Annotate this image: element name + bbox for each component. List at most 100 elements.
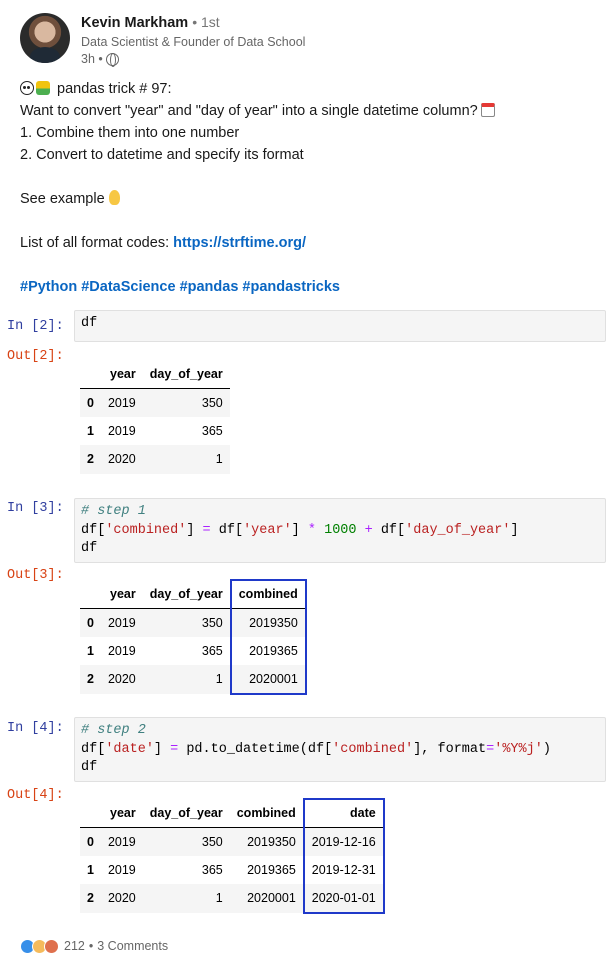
table-cell: 2019 — [100, 388, 143, 417]
author-headline: Data Scientist & Founder of Data School — [81, 35, 306, 49]
table-cell: 1 — [142, 884, 230, 913]
table-row: 1 2019 365 2019365 2019-12-31 — [80, 855, 385, 884]
love-reaction-icon — [44, 938, 59, 954]
see-example-text: See example — [20, 191, 105, 207]
row-index: 0 — [80, 827, 101, 856]
code-line: df — [81, 316, 98, 331]
table-row: 1 2019 365 — [80, 417, 230, 446]
table-row: 2 2020 1 — [80, 445, 230, 474]
column-header-highlighted: date — [302, 798, 385, 828]
panda-emoji-icon — [20, 81, 34, 95]
notebook-image: In [2]: df Out[2]: year day_of_year 0 20… — [0, 305, 608, 925]
dataframe-output-4: year day_of_year combined date 0 2019 35… — [80, 798, 385, 914]
row-index: 2 — [80, 884, 101, 913]
column-header: combined — [229, 799, 304, 828]
index-header — [80, 799, 101, 828]
post-header: Kevin Markham • 1st Data Scientist & Fou… — [18, 11, 598, 67]
table-cell: 2019365 — [229, 636, 307, 665]
table-cell: 350 — [142, 388, 230, 417]
reaction-count[interactable]: 212 — [64, 939, 85, 953]
post-step-1: 1. Combine them into one number — [20, 125, 240, 141]
table-cell: 2019 — [100, 608, 143, 637]
table-cell: 2020 — [100, 665, 143, 694]
post-line-question: Want to convert "year" and "day of year"… — [20, 100, 600, 122]
row-index: 1 — [87, 423, 94, 438]
author-name[interactable]: Kevin Markham — [81, 15, 188, 31]
globe-icon — [105, 52, 119, 67]
table-cell: 2020 — [100, 445, 143, 474]
index-header — [80, 360, 101, 389]
table-cell: 350 — [142, 827, 230, 856]
post-line-title: pandas trick # 97: — [20, 78, 600, 100]
code-cell-2: df — [74, 310, 606, 342]
post-line-example: See example — [20, 188, 600, 210]
code-cell-3: # step 1 df['combined'] = df['year'] * 1… — [74, 498, 606, 563]
strftime-link[interactable]: https://strftime.org/ — [173, 235, 306, 251]
author-block: Kevin Markham • 1st Data Scientist & Fou… — [81, 13, 581, 67]
comments-count[interactable]: 3 Comments — [97, 939, 168, 953]
post-line-link: List of all format codes: https://strfti… — [20, 232, 600, 254]
post-timestamp: 3h • — [81, 51, 581, 67]
dataframe-output-3: year day_of_year combined 0 2019 350 201… — [80, 579, 307, 695]
code-line: df — [81, 541, 98, 556]
code-line: df['date'] = pd.to_datetime(df['combined… — [81, 741, 551, 757]
row-index: 2 — [80, 665, 101, 694]
code-cell-4: # step 2 df['date'] = pd.to_datetime(df[… — [74, 717, 606, 782]
social-counts: 212 • 3 Comments — [20, 937, 168, 955]
column-header: year — [100, 580, 143, 609]
table-cell: 365 — [201, 423, 223, 438]
row-index: 1 — [87, 862, 94, 877]
output-prompt-2: Out[2]: — [7, 349, 64, 364]
code-line: df['combined'] = df['year'] * 1000 + df[… — [81, 522, 519, 538]
table-cell: 2019 — [100, 827, 143, 856]
table-cell: 1 — [142, 445, 230, 474]
code-comment: # step 1 — [81, 504, 146, 519]
table-cell: 2020-01-01 — [302, 884, 385, 914]
calendar-emoji-icon — [480, 103, 495, 117]
input-prompt-4: In [4]: — [7, 721, 64, 736]
table-row: 0 2019 350 — [80, 388, 230, 417]
post-title-text: pandas trick # 97: — [57, 81, 172, 97]
dataframe-output-2: year day_of_year 0 2019 350 1 2019 365 2… — [80, 360, 230, 474]
pointing-down-emoji-icon — [108, 190, 120, 205]
table-row: 2 2020 1 2020001 2020-01-01 — [80, 884, 385, 914]
table-cell: 2019-12-31 — [302, 855, 385, 884]
row-index: 0 — [80, 608, 101, 637]
column-header: day_of_year — [142, 360, 230, 389]
row-index: 0 — [80, 388, 101, 417]
hashtags[interactable]: #Python #DataScience #pandas #pandastric… — [20, 276, 600, 298]
post-question-text: Want to convert "year" and "day of year"… — [20, 103, 478, 119]
code-comment: # step 2 — [81, 723, 146, 738]
person-emoji-icon — [36, 81, 50, 95]
row-index: 1 — [87, 643, 94, 658]
table-row: 1 2019 365 2019365 — [80, 636, 307, 665]
table-cell: 2019-12-16 — [302, 827, 385, 856]
row-index: 2 — [80, 445, 101, 474]
avatar[interactable] — [20, 13, 70, 63]
table-cell: 2019365 — [247, 862, 296, 877]
table-cell: 2019 — [107, 423, 136, 438]
table-cell: 2019350 — [229, 827, 304, 856]
table-cell: 2019350 — [229, 608, 307, 637]
post-text: pandas trick # 97: Want to convert "year… — [20, 78, 600, 298]
author-line: Kevin Markham • 1st — [81, 13, 581, 32]
column-header-highlighted: combined — [229, 579, 307, 609]
table-cell: 365 — [201, 862, 223, 877]
table-row: 0 2019 350 2019350 — [80, 608, 307, 637]
index-header — [80, 580, 101, 609]
code-line: df — [81, 760, 98, 775]
table-cell: 2020 — [100, 884, 143, 913]
table-row: 0 2019 350 2019350 2019-12-16 — [80, 827, 385, 856]
table-cell: 2019 — [107, 643, 136, 658]
column-header: day_of_year — [142, 799, 230, 828]
table-cell: 350 — [142, 608, 231, 637]
table-cell: 1 — [142, 665, 231, 694]
input-prompt-3: In [3]: — [7, 501, 64, 516]
column-header: year — [100, 360, 143, 389]
column-header: year — [100, 799, 143, 828]
table-row: 2 2020 1 2020001 — [80, 665, 307, 695]
input-prompt-2: In [2]: — [7, 319, 64, 334]
output-prompt-3: Out[3]: — [7, 568, 64, 583]
table-cell: 365 — [201, 643, 223, 658]
format-codes-label: List of all format codes: — [20, 235, 174, 251]
